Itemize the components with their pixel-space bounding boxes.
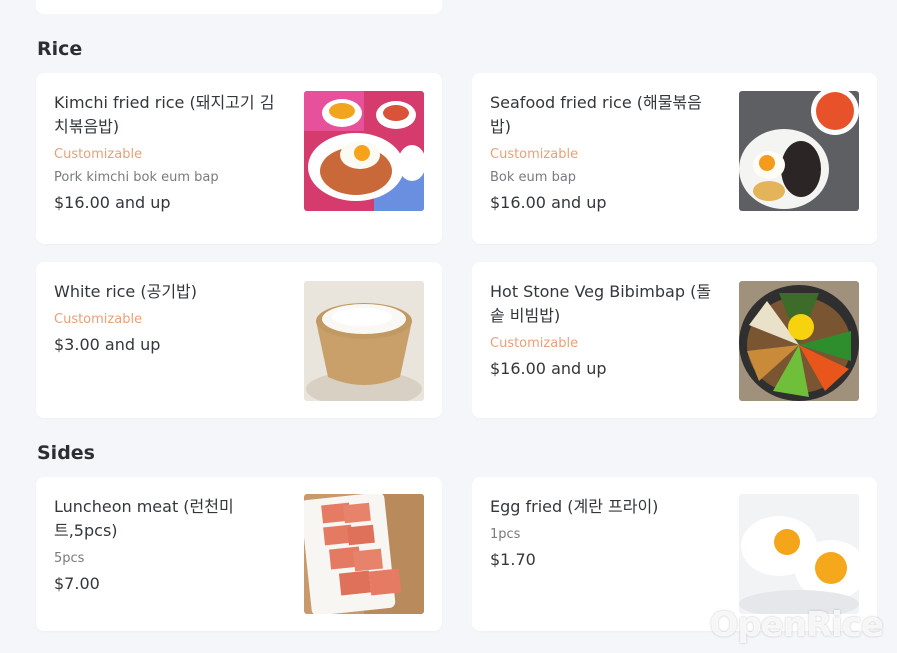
customizable-label: Customizable (54, 147, 143, 162)
item-description: Bok eum bap (490, 170, 577, 185)
item-name: White rice (공기밥) (54, 282, 198, 301)
white-rice-image (304, 281, 424, 401)
item-price: $3.00 and up (54, 335, 161, 354)
openrice-watermark: OpenRice (709, 605, 884, 645)
seafood-fried-rice-image (739, 91, 859, 211)
item-price: $16.00 and up (490, 359, 607, 378)
menu-item-hot-stone-bibimbap[interactable]: Hot Stone Veg Bibimbap (돌솥 비빔밥) Customiz… (472, 262, 877, 418)
menu-item-seafood-fried-rice[interactable]: Seafood fried rice (해물볶음밥) Customizable … (472, 73, 877, 244)
section-title-rice: Rice (37, 38, 83, 60)
menu-item-luncheon-meat[interactable]: Luncheon meat (런천미트,5pcs) 5pcs $7.00 (36, 477, 442, 631)
item-description: 1pcs (490, 527, 521, 542)
item-price: $16.00 and up (490, 193, 607, 212)
customizable-label: Customizable (54, 312, 143, 327)
customizable-label: Customizable (490, 336, 579, 351)
menu-item-white-rice[interactable]: White rice (공기밥) Customizable $3.00 and … (36, 262, 442, 418)
bibimbap-image (739, 281, 859, 401)
item-price: $1.70 (490, 550, 536, 569)
item-name: Seafood fried rice (해물볶음밥) (490, 93, 702, 136)
fried-egg-image (739, 494, 859, 614)
menu-item-kimchi-fried-rice[interactable]: Kimchi fried rice (돼지고기 김치볶음밥) Customiza… (36, 73, 442, 244)
item-price: $16.00 and up (54, 193, 171, 212)
item-name: Kimchi fried rice (돼지고기 김치볶음밥) (54, 93, 275, 136)
previous-card-stub (36, 0, 442, 14)
luncheon-meat-image (304, 494, 424, 614)
item-name: Egg fried (계란 프라이) (490, 497, 659, 516)
item-name: Luncheon meat (런천미트,5pcs) (54, 497, 234, 540)
item-name: Hot Stone Veg Bibimbap (돌솥 비빔밥) (490, 282, 712, 325)
section-title-sides: Sides (37, 442, 95, 464)
item-price: $7.00 (54, 574, 100, 593)
item-description: Pork kimchi bok eum bap (54, 170, 219, 185)
kimchi-fried-rice-image (304, 91, 424, 211)
customizable-label: Customizable (490, 147, 579, 162)
item-description: 5pcs (54, 551, 85, 566)
